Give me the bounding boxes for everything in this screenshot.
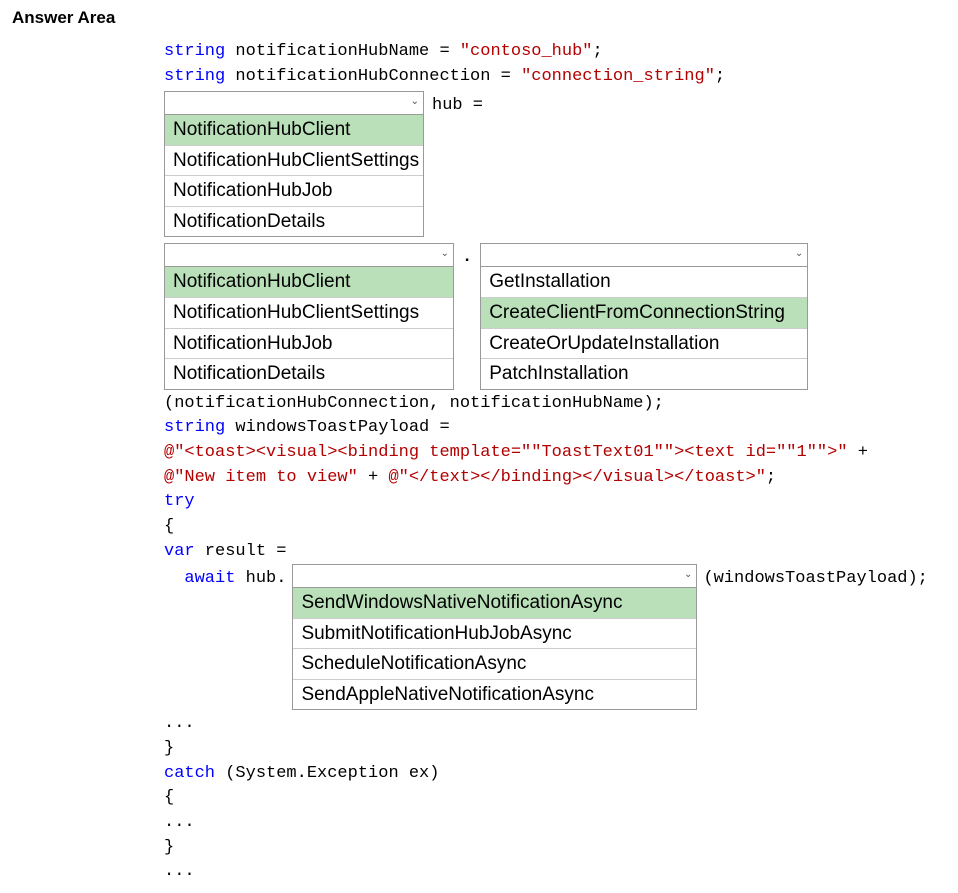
dropdown-option[interactable]: SendWindowsNativeNotificationAsync: [293, 588, 696, 619]
string-literal: <toast><visual><binding template=""Toast…: [184, 443, 837, 462]
dropdown-option[interactable]: PatchInstallation: [481, 359, 807, 389]
code-text: hub.: [235, 569, 286, 588]
code-line: (notificationHubConnection, notification…: [164, 392, 946, 417]
code-line: catch (System.Exception ex): [164, 762, 946, 787]
dropdown-option[interactable]: NotificationDetails: [165, 207, 423, 237]
dropdown-3[interactable]: ⌄ GetInstallation CreateClientFromConnec…: [480, 243, 808, 389]
keyword: string: [164, 67, 225, 86]
dropdown-option[interactable]: SubmitNotificationHubJobAsync: [293, 619, 696, 650]
code-line: }: [164, 836, 946, 861]
chevron-down-icon: ⌄: [795, 248, 803, 263]
keyword: await: [184, 569, 235, 588]
code-text: windowsToastPayload =: [225, 418, 449, 437]
dropdown-list: NotificationHubClient NotificationHubCli…: [164, 115, 424, 237]
chevron-down-icon: ⌄: [441, 248, 449, 263]
code-text: ;: [592, 42, 602, 61]
dropdown-option[interactable]: NotificationHubJob: [165, 329, 453, 360]
code-line: @"<toast><visual><binding template=""Toa…: [164, 441, 946, 466]
string-literal: @": [388, 468, 408, 487]
dropdown-option[interactable]: NotificationHubClientSettings: [165, 298, 453, 329]
dropdown-option[interactable]: CreateClientFromConnectionString: [481, 298, 807, 329]
chevron-down-icon: ⌄: [684, 569, 692, 584]
dropdown-list: GetInstallation CreateClientFromConnecti…: [480, 267, 808, 389]
code-line: @"New item to view" + @"</text></binding…: [164, 466, 946, 491]
await-row: await hub. ⌄ SendWindowsNativeNotificati…: [164, 564, 946, 710]
chevron-down-icon: ⌄: [411, 96, 419, 111]
dropdown-option[interactable]: NotificationHubClient: [165, 115, 423, 146]
string-literal: @": [164, 468, 184, 487]
code-line: ...: [164, 860, 946, 885]
dropdown-select[interactable]: ⌄: [292, 564, 697, 588]
dropdown-option[interactable]: SendAppleNativeNotificationAsync: [293, 680, 696, 710]
dropdown-option[interactable]: NotificationDetails: [165, 359, 453, 389]
keyword: try: [164, 492, 195, 511]
string-literal: ": [756, 468, 766, 487]
keyword: var: [164, 542, 195, 561]
code-line: }: [164, 737, 946, 762]
code-line: var result =: [164, 540, 946, 565]
dropdown-4[interactable]: ⌄ SendWindowsNativeNotificationAsync Sub…: [292, 564, 697, 710]
page-title: Answer Area: [12, 8, 946, 28]
dropdown-option[interactable]: ScheduleNotificationAsync: [293, 649, 696, 680]
dropdown-2[interactable]: ⌄ NotificationHubClient NotificationHubC…: [164, 243, 454, 389]
code-line: string windowsToastPayload =: [164, 416, 946, 441]
dropdown-option[interactable]: GetInstallation: [481, 267, 807, 298]
code-text: +: [848, 443, 868, 462]
string-literal: @": [164, 443, 184, 462]
code-text: notificationHubName =: [225, 42, 460, 61]
keyword: string: [164, 418, 225, 437]
code-text: ;: [715, 67, 725, 86]
dropdown-list: SendWindowsNativeNotificationAsync Submi…: [292, 588, 697, 710]
keyword: catch: [164, 764, 215, 783]
code-text: hub =: [432, 91, 483, 119]
code-text: await hub.: [164, 564, 286, 592]
code-line: ...: [164, 712, 946, 737]
string-literal: "connection_string": [521, 67, 715, 86]
string-literal: ": [348, 468, 358, 487]
dropdown-1[interactable]: ⌄ NotificationHubClient NotificationHubC…: [164, 91, 424, 237]
dropdown-select[interactable]: ⌄: [164, 91, 424, 115]
code-text: result =: [195, 542, 287, 561]
dropdown-row-1: ⌄ NotificationHubClient NotificationHubC…: [164, 91, 946, 237]
dropdown-option[interactable]: NotificationHubClient: [165, 267, 453, 298]
code-text: notificationHubConnection =: [225, 67, 521, 86]
code-line: try: [164, 490, 946, 515]
string-literal: New item to view: [184, 468, 347, 487]
dropdown-option[interactable]: NotificationHubJob: [165, 176, 423, 207]
dropdown-list: NotificationHubClient NotificationHubCli…: [164, 267, 454, 389]
code-text: +: [358, 468, 389, 487]
dropdown-select[interactable]: ⌄: [480, 243, 808, 267]
code-text: (System.Exception ex): [215, 764, 439, 783]
string-literal: "contoso_hub": [460, 42, 593, 61]
dropdown-select[interactable]: ⌄: [164, 243, 454, 267]
string-literal: </text></binding></visual></toast>: [409, 468, 756, 487]
code-line: {: [164, 786, 946, 811]
dropdown-row-2: ⌄ NotificationHubClient NotificationHubC…: [164, 243, 946, 389]
code-text: ;: [766, 468, 776, 487]
dropdown-option[interactable]: NotificationHubClientSettings: [165, 146, 423, 177]
dropdown-option[interactable]: CreateOrUpdateInstallation: [481, 329, 807, 360]
code-line: ...: [164, 811, 946, 836]
code-block: string notificationHubName = "contoso_hu…: [164, 40, 946, 885]
string-literal: ": [837, 443, 847, 462]
code-line: string notificationHubName = "contoso_hu…: [164, 40, 946, 65]
code-line: string notificationHubConnection = "conn…: [164, 65, 946, 90]
dot-separator: .: [462, 243, 472, 271]
code-line: {: [164, 515, 946, 540]
keyword: string: [164, 42, 225, 61]
code-text: (windowsToastPayload);: [703, 564, 927, 592]
